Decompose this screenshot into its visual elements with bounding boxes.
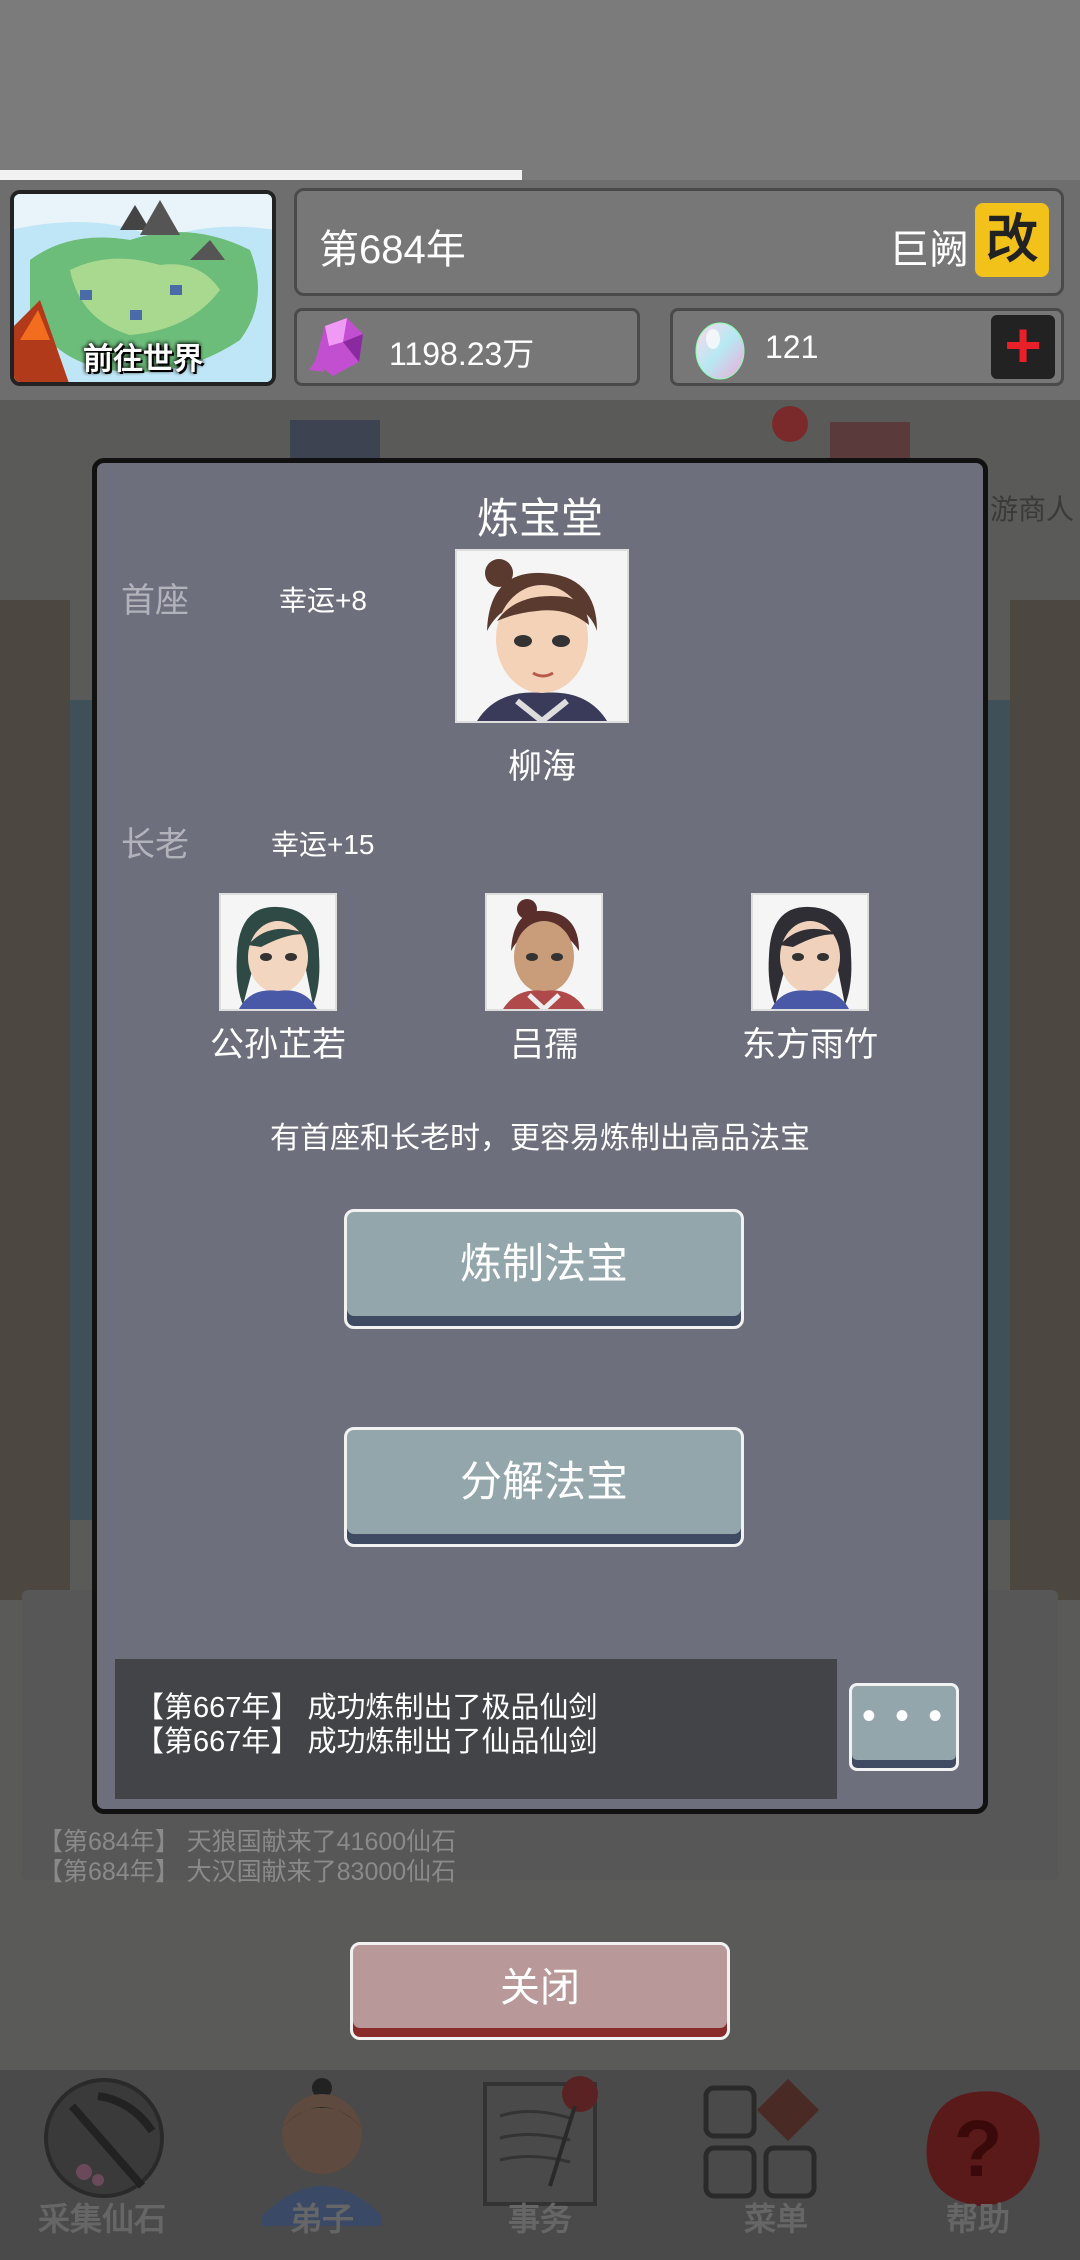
background-merchant-label: 游商人 bbox=[990, 494, 1075, 525]
spirit-stone-icon bbox=[309, 318, 363, 376]
gem-panel: 121 + bbox=[670, 308, 1064, 386]
head-label: 首座 bbox=[121, 582, 189, 620]
gem-egg-icon bbox=[695, 322, 745, 380]
nav-label: 采集仙石 bbox=[37, 2201, 166, 2237]
ellipsis-icon: • • • bbox=[861, 1694, 947, 1738]
dialog-title: 炼宝堂 bbox=[476, 495, 603, 542]
avatar bbox=[753, 895, 867, 1009]
nav-help[interactable]: ? 帮助 bbox=[878, 2076, 1078, 2246]
more-log-button[interactable]: • • • bbox=[849, 1683, 959, 1771]
nav-label: 弟子 bbox=[289, 2201, 354, 2237]
nav-collect-stones[interactable]: 采集仙石 bbox=[2, 2076, 202, 2246]
nav-label: 菜单 bbox=[743, 2201, 808, 2237]
add-gems-button[interactable]: + bbox=[991, 313, 1055, 379]
refinery-dialog: 炼宝堂 首座 幸运+8 柳海 长老 幸运+15 公孙芷若 吕孺 东方雨竹 有首座… bbox=[92, 458, 988, 1814]
refine-log: 【第667年】 成功炼制出了极品仙剑 【第667年】 成功炼制出了仙品仙剑 bbox=[115, 1659, 837, 1799]
spirit-stone-amount: 1198.23万 bbox=[389, 336, 535, 372]
head-bonus: 幸运+8 bbox=[279, 585, 367, 616]
elder-portrait[interactable] bbox=[219, 893, 337, 1011]
elder-label: 长老 bbox=[121, 826, 189, 864]
elder-name: 东方雨竹 bbox=[742, 1026, 878, 1064]
top-blank-area bbox=[0, 0, 1080, 180]
head-name: 柳海 bbox=[508, 748, 576, 786]
dismantle-treasure-button[interactable]: 分解法宝 bbox=[344, 1427, 744, 1547]
gem-amount: 121 bbox=[765, 329, 819, 365]
year-panel: 第684年 巨阙 改 bbox=[294, 188, 1064, 296]
nav-label: 帮助 bbox=[945, 2201, 1010, 2237]
elder-portrait[interactable] bbox=[485, 893, 603, 1011]
spirit-stone-panel: 1198.23万 bbox=[294, 308, 640, 386]
go-to-world-label: 前往世界 bbox=[83, 343, 203, 376]
log-line: 【第667年】 成功炼制出了极品仙剑 bbox=[135, 1692, 598, 1724]
go-to-world-button[interactable]: 前往世界 bbox=[10, 190, 276, 386]
progress-line bbox=[0, 170, 522, 180]
svg-text:?: ? bbox=[954, 2104, 1003, 2193]
avatar bbox=[457, 551, 627, 721]
plus-icon: + bbox=[1004, 309, 1042, 381]
elder-portrait[interactable] bbox=[751, 893, 869, 1011]
year-text: 第684年 bbox=[319, 228, 466, 272]
refine-treasure-button[interactable]: 炼制法宝 bbox=[344, 1209, 744, 1329]
elder-bonus: 幸运+15 bbox=[271, 829, 375, 860]
hint-text: 有首座和长老时，更容易炼制出高品法宝 bbox=[270, 1122, 810, 1155]
rename-sect-button[interactable]: 改 bbox=[975, 203, 1049, 277]
close-button[interactable]: 关闭 bbox=[350, 1942, 730, 2040]
nav-affairs[interactable]: 事务 bbox=[440, 2076, 640, 2246]
rename-icon: 改 bbox=[985, 211, 1038, 269]
avatar bbox=[221, 895, 335, 1009]
sect-name: 巨阙 bbox=[889, 228, 969, 272]
log-line: 【第667年】 成功炼制出了仙品仙剑 bbox=[135, 1726, 598, 1758]
elder-name: 公孙芷若 bbox=[210, 1026, 346, 1064]
nav-disciples[interactable]: 弟子 bbox=[222, 2076, 422, 2246]
avatar bbox=[487, 895, 601, 1009]
nav-menu[interactable]: 菜单 bbox=[676, 2076, 876, 2246]
background-log-line: 【第684年】 大汉国献来了83000仙石 bbox=[38, 1858, 457, 1886]
head-portrait[interactable] bbox=[455, 549, 629, 723]
elder-name: 吕孺 bbox=[510, 1026, 578, 1064]
nav-label: 事务 bbox=[507, 2201, 572, 2237]
